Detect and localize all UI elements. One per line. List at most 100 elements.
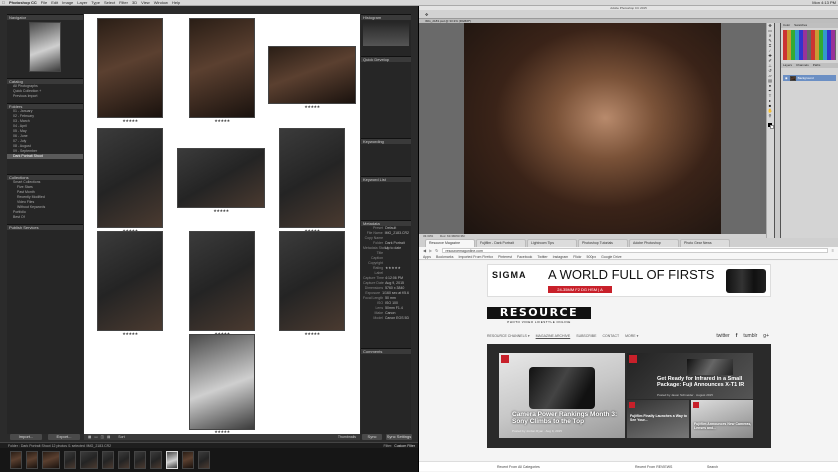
bookmark-item[interactable]: Instagram xyxy=(553,255,569,259)
filmstrip-thumb[interactable] xyxy=(80,451,98,469)
resource-logo[interactable]: RESOURCE xyxy=(487,307,591,319)
menu-filter[interactable]: Filter xyxy=(119,0,128,5)
bookmark-item[interactable]: Pinterest xyxy=(498,255,512,259)
nav-item[interactable]: MORE ▾ xyxy=(625,334,638,338)
grid-photo[interactable] xyxy=(279,128,345,228)
ps-document-image[interactable] xyxy=(464,23,721,234)
grid-photo[interactable] xyxy=(268,46,356,104)
filmstrip-thumb[interactable] xyxy=(134,451,146,469)
mini-story-title[interactable]: Fujifilm Finally Launches a Way to See Y… xyxy=(630,414,688,422)
menu-type[interactable]: Type xyxy=(91,0,100,5)
twitter-icon[interactable]: twitter xyxy=(716,333,729,339)
apple-icon[interactable]:  xyxy=(2,0,5,5)
recent-all[interactable]: Recent From All Categories xyxy=(497,465,540,469)
grid-photo[interactable] xyxy=(177,148,265,208)
grid-photo[interactable] xyxy=(97,18,163,118)
sync-settings-button[interactable]: Sync Settings xyxy=(386,434,412,440)
bookmark-item[interactable]: Imported From Firefox xyxy=(459,255,494,259)
grid-photo[interactable] xyxy=(97,128,163,228)
tab-color[interactable]: Color xyxy=(783,23,790,28)
mini-story-title[interactable]: Fujifilm Announces New Cameras, Lenses a… xyxy=(694,422,752,430)
comments-header[interactable]: Comments xyxy=(361,348,411,354)
photo-rating[interactable]: ★★★★★ xyxy=(97,331,163,336)
tab-layers[interactable]: Layers xyxy=(783,63,792,68)
forward-icon[interactable]: ▶ xyxy=(429,248,432,253)
bookmark-item[interactable]: Facebook xyxy=(517,255,532,259)
filmstrip-thumb[interactable] xyxy=(198,451,210,469)
loupe-view-icon[interactable]: ▭ xyxy=(94,435,97,439)
filmstrip-thumb[interactable] xyxy=(10,451,22,469)
export-button[interactable]: Export... xyxy=(48,434,80,440)
photo-rating[interactable]: ★★★★★ xyxy=(268,104,356,109)
filmstrip-thumb[interactable] xyxy=(150,451,162,469)
grid-photo[interactable] xyxy=(189,18,255,118)
chrome-tab-active[interactable]: Resource Magazine xyxy=(425,239,475,247)
filmstrip-thumb-selected[interactable] xyxy=(166,451,178,469)
tumblr-icon[interactable]: tumblr xyxy=(743,333,757,339)
filmstrip-thumb[interactable] xyxy=(118,451,130,469)
bookmark-item[interactable]: Bookmarks xyxy=(436,255,454,259)
move-tool-icon[interactable]: ✥ xyxy=(425,12,428,17)
publish-header[interactable]: Publish Services xyxy=(7,224,83,230)
metadata-row[interactable]: Model Canon EOS 5D xyxy=(361,316,411,321)
keyword-list-header[interactable]: Keyword List xyxy=(361,176,411,182)
menu-3d[interactable]: 3D xyxy=(132,0,137,5)
menu-view[interactable]: View xyxy=(141,0,150,5)
zoom-tool-icon[interactable]: ⚲ xyxy=(767,113,773,118)
chrome-tab[interactable]: Adobe Photoshop xyxy=(629,239,679,247)
filmstrip-thumb[interactable] xyxy=(26,451,38,469)
bookmark-item[interactable]: 500px xyxy=(587,255,597,259)
sync-button[interactable]: Sync xyxy=(362,434,382,440)
grid-photo[interactable] xyxy=(279,231,345,331)
back-icon[interactable]: ◀ xyxy=(423,248,426,253)
chrome-tab[interactable]: Photo Gear News xyxy=(680,239,730,247)
chrome-tab[interactable]: Fujifilm - Dark Portrait xyxy=(476,239,526,247)
search-label[interactable]: Search xyxy=(707,465,718,469)
bookmark-item[interactable]: Google Drive xyxy=(601,255,621,259)
tab-paths[interactable]: Paths xyxy=(813,63,821,68)
import-button[interactable]: Import... xyxy=(10,434,42,440)
folder-item-selected[interactable]: Dark Portrait Shoot xyxy=(7,154,83,159)
keywording-header[interactable]: Keywording xyxy=(361,138,411,144)
grid-view-icon[interactable]: ▦ xyxy=(88,435,91,439)
nav-item[interactable]: CONTACT xyxy=(602,334,619,338)
collection-item[interactable]: Best Of xyxy=(7,215,83,220)
swatches-grid[interactable] xyxy=(783,30,836,60)
grid-photo[interactable] xyxy=(97,231,163,331)
background-color-swatch[interactable] xyxy=(770,125,774,129)
bookmark-item[interactable]: Flickr xyxy=(573,255,581,259)
reload-icon[interactable]: ↻ xyxy=(435,248,438,253)
layer-visibility-icon[interactable]: ◉ xyxy=(785,76,788,80)
photo-rating[interactable]: ★★★★★ xyxy=(97,118,163,123)
photo-rating[interactable]: ★★★★★ xyxy=(279,331,345,336)
feature-title[interactable]: Camera Power Rankings Month 3: Sony Clim… xyxy=(512,411,627,425)
mini-story[interactable]: Fujifilm Announces New Cameras, Lenses a… xyxy=(691,400,753,438)
side-story-title[interactable]: Get Ready for Infrared in a Small Packag… xyxy=(657,376,751,388)
navigator-header[interactable]: Navigator xyxy=(7,14,83,20)
navigator-preview[interactable] xyxy=(29,22,61,72)
menu-window[interactable]: Window xyxy=(154,0,168,5)
recent-reviews[interactable]: Recent From REVIEWS xyxy=(635,465,672,469)
url-bar[interactable]: resourcemagonline.com xyxy=(441,248,828,253)
photo-rating[interactable]: ★★★★★ xyxy=(177,208,265,213)
feature-story[interactable]: Camera Power Rankings Month 3: Sony Clim… xyxy=(499,353,625,438)
chrome-tab[interactable]: Photoshop Tutorials xyxy=(578,239,628,247)
catalog-item[interactable]: Previous Import xyxy=(7,94,83,99)
facebook-icon[interactable]: f xyxy=(736,333,738,339)
bookmark-item[interactable]: Apps xyxy=(423,255,431,259)
side-story[interactable]: Get Ready for Infrared in a Small Packag… xyxy=(627,353,753,399)
filmstrip-thumb[interactable] xyxy=(42,451,60,469)
layer-row[interactable]: ◉ Background xyxy=(783,75,836,81)
menubar-clock[interactable]: Mon 4:13 PM xyxy=(812,0,836,5)
sigma-ad-banner[interactable]: SIGMA A WORLD FULL OF FIRSTS 24-35MM F2 … xyxy=(487,264,771,297)
nav-item[interactable]: MAGAZINE ARCHIVE xyxy=(536,334,571,338)
layer-name[interactable]: Background xyxy=(798,76,814,80)
sort-label[interactable]: Sort xyxy=(118,435,124,439)
menu-file[interactable]: File xyxy=(41,0,47,5)
chrome-menu-icon[interactable]: ≡ xyxy=(832,248,834,253)
grid-photo[interactable] xyxy=(189,334,255,430)
quick-develop-header[interactable]: Quick Develop xyxy=(361,56,411,62)
photo-rating[interactable]: ★★★★★ xyxy=(189,118,255,123)
histogram-header[interactable]: Histogram xyxy=(361,14,411,20)
menu-image[interactable]: Image xyxy=(62,0,73,5)
